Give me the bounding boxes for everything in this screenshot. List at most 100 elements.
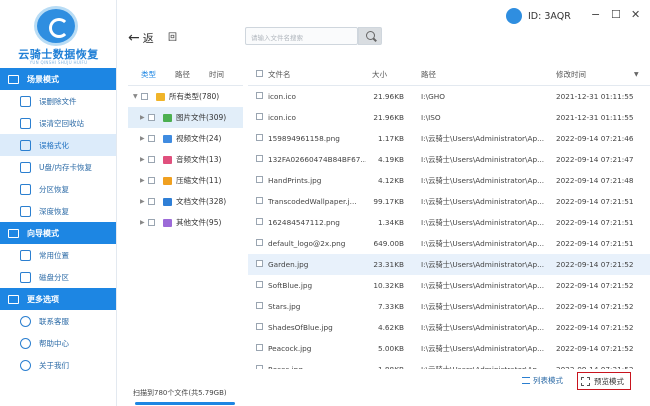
collapse-icon[interactable]: ▶ <box>140 135 148 142</box>
table-row[interactable]: 162484547112.png 1.34KB I:\云骑士\Users\Admin… <box>248 212 650 233</box>
file-size: 1.34KB <box>377 218 404 227</box>
sidebar-item[interactable]: 磁盘分区 <box>0 266 116 288</box>
tree-checkbox[interactable] <box>148 177 155 184</box>
file-path: I:\云骑士\Users\Administrator\Ap... <box>421 322 544 332</box>
tree-item[interactable]: ▶ 其他文件(95) <box>128 212 243 233</box>
sort-arrow-icon[interactable]: ▼ <box>634 71 639 78</box>
collapse-icon[interactable]: ▶ <box>140 114 148 121</box>
collapse-icon[interactable]: ▶ <box>140 219 148 226</box>
file-path: I:\云骑士\Users\Administrator\Ap... <box>421 175 544 185</box>
sidebar-item-label: 深度恢复 <box>39 206 69 216</box>
sidebar-item[interactable]: 误删除文件 <box>0 90 116 112</box>
table-row[interactable]: 132FA02660474B84BF67... 4.19KB I:\云骑士\User… <box>248 149 650 170</box>
table-row[interactable]: SoftBlue.jpg 10.32KB I:\云骑士\Users\Administ… <box>248 275 650 296</box>
select-all-checkbox[interactable] <box>256 70 263 77</box>
back-label: 返 <box>142 32 154 45</box>
sidebar-item[interactable]: 误清空回收站 <box>0 112 116 134</box>
file-type-icon <box>163 155 172 164</box>
scan-status: 扫描到780个文件(共5.79GB) <box>133 389 227 397</box>
tree-tab[interactable]: 路径 <box>175 69 190 80</box>
file-size: 1.88KB <box>372 365 404 369</box>
disk-icon <box>20 139 31 151</box>
maximize-button[interactable]: ☐ <box>611 8 621 21</box>
sidebar-item[interactable]: U盘/内存卡恢复 <box>0 156 116 178</box>
sidebar-item[interactable]: 常用位置 <box>0 244 116 266</box>
sidebar-item[interactable]: 深度恢复 <box>0 200 116 222</box>
table-row[interactable]: icon.ico 21.96KB I:\GHO 2021-12-31 01:11:55 <box>248 86 650 107</box>
file-name: Garden.jpg <box>268 260 309 269</box>
file-name: 162484547112.png <box>268 218 340 227</box>
row-checkbox[interactable] <box>256 260 263 267</box>
file-name: HandPrints.jpg <box>268 176 322 185</box>
tree-checkbox[interactable] <box>141 93 148 100</box>
table-row[interactable]: icon.ico 21.96KB I:\ISO 2021-12-31 01:11:55 <box>248 107 650 128</box>
row-checkbox[interactable] <box>256 218 263 225</box>
back-button[interactable]: ← 返 <box>128 30 154 46</box>
tree-item[interactable]: ▶ 音频文件(13) <box>128 149 243 170</box>
tree-checkbox[interactable] <box>148 135 155 142</box>
file-time: 2021-12-31 01:11:55 <box>556 113 634 122</box>
row-checkbox[interactable] <box>256 134 263 141</box>
tree-checkbox[interactable] <box>148 198 155 205</box>
preview-mode-button[interactable]: 预览模式 <box>577 372 631 390</box>
header-path[interactable]: 路径 <box>421 69 544 80</box>
tree-item[interactable]: ▶ 视频文件(24) <box>128 128 243 149</box>
file-name: icon.ico <box>268 92 296 101</box>
row-checkbox[interactable] <box>256 239 263 246</box>
refresh-button[interactable]: 回 <box>168 30 177 43</box>
list-mode-button[interactable]: 列表模式 <box>522 375 563 386</box>
search-icon[interactable] <box>358 27 382 45</box>
row-checkbox[interactable] <box>256 323 263 330</box>
tree-item[interactable]: ▶ 压缩文件(11) <box>128 170 243 191</box>
table-row[interactable]: default_logo@2x.png 649.00B I:\云骑士\Users\A… <box>248 233 650 254</box>
file-name: SoftBlue.jpg <box>268 281 313 290</box>
row-checkbox[interactable] <box>256 176 263 183</box>
scrollbar[interactable] <box>135 402 235 405</box>
sidebar-item[interactable]: 分区恢复 <box>0 178 116 200</box>
file-type-icon <box>156 92 165 101</box>
row-checkbox[interactable] <box>256 365 263 369</box>
row-checkbox[interactable] <box>256 302 263 309</box>
collapse-icon[interactable]: ▶ <box>140 177 148 184</box>
tree-item[interactable]: ▼ 所有类型(780) <box>128 86 243 107</box>
table-row[interactable]: Stars.jpg 7.33KB I:\云骑士\Users\Administrato… <box>248 296 650 317</box>
tree-tab[interactable]: 时间 <box>209 69 224 80</box>
search-input[interactable]: 请输入文件名搜索 <box>245 27 358 45</box>
tree-item[interactable]: ▶ 文档文件(328) <box>128 191 243 212</box>
file-size: 1.17KB <box>377 134 404 143</box>
row-checkbox[interactable] <box>256 344 263 351</box>
tree-checkbox[interactable] <box>148 114 155 121</box>
tree-tab[interactable]: 类型 <box>141 69 156 80</box>
logo-icon <box>34 6 78 46</box>
sidebar-item[interactable]: 帮助中心 <box>0 332 116 354</box>
header-name[interactable]: 文件名 <box>268 69 366 80</box>
table-row[interactable]: ShadesOfBlue.jpg 4.62KB I:\云骑士\Users\Admin… <box>248 317 650 338</box>
info-icon <box>20 359 31 371</box>
table-row[interactable]: HandPrints.jpg 4.12KB I:\云骑士\Users\Adminis… <box>248 170 650 191</box>
tree-item[interactable]: ▶ 图片文件(309) <box>128 107 243 128</box>
file-type-icon <box>163 218 172 227</box>
collapse-icon[interactable]: ▶ <box>140 156 148 163</box>
file-time: 2022-09-14 07:21:52 <box>556 260 634 269</box>
row-checkbox[interactable] <box>256 155 263 162</box>
tree-checkbox[interactable] <box>148 219 155 226</box>
table-row[interactable]: Roses.jpg 1.88KB I:\云骑士\Users\Administrato… <box>248 359 650 369</box>
table-row[interactable]: 159894961158.png 1.17KB I:\云骑士\Users\Admin… <box>248 128 650 149</box>
close-button[interactable]: ✕ <box>631 8 640 21</box>
row-checkbox[interactable] <box>256 92 263 99</box>
row-checkbox[interactable] <box>256 113 263 120</box>
table-row[interactable]: TranscodedWallpaper.j... 99.17KB I:\云骑士\Us… <box>248 191 650 212</box>
header-size[interactable]: 大小 <box>372 69 404 80</box>
row-checkbox[interactable] <box>256 281 263 288</box>
sidebar-item[interactable]: 关于我们 <box>0 354 116 376</box>
table-row[interactable]: Garden.jpg 23.31KB I:\云骑士\Users\Administra… <box>248 254 650 275</box>
file-name: 159894961158.png <box>268 134 340 143</box>
expand-icon[interactable]: ▼ <box>133 93 141 100</box>
tree-checkbox[interactable] <box>148 156 155 163</box>
table-row[interactable]: Peacock.jpg 5.00KB I:\云骑士\Users\Administra… <box>248 338 650 359</box>
collapse-icon[interactable]: ▶ <box>140 198 148 205</box>
minimize-button[interactable]: − <box>591 8 600 21</box>
sidebar-item[interactable]: 误格式化 <box>0 134 116 156</box>
sidebar-item[interactable]: 联系客服 <box>0 310 116 332</box>
row-checkbox[interactable] <box>256 197 263 204</box>
